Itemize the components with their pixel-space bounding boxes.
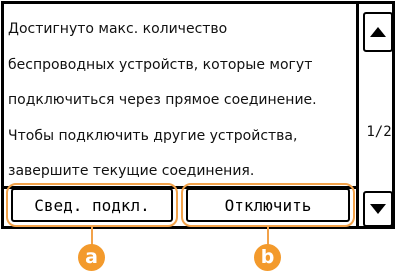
scroll-down-button[interactable] [363,191,393,227]
callout-connector-b [267,227,269,245]
highlight-frame-a: Свед. подкл. [6,183,178,227]
vertical-divider [356,4,359,226]
message-line: Чтобы подключить другие устройства, [8,127,298,144]
disconnect-button[interactable]: Отключить [186,188,350,222]
message-line: беспроводных устройств, которые могут [8,56,313,73]
callout-marker-a: a [78,244,105,271]
page-indicator: 1/2 [366,124,392,140]
message-line: Достигнуто макс. количество [8,21,228,37]
triangle-up-icon [370,27,386,37]
message-line: подключиться через прямое соединение. [8,92,317,109]
connection-info-button[interactable]: Свед. подкл. [11,188,173,222]
callout-connector-a [91,227,93,245]
message-text: Достигнуто макс. количество беспроводных… [8,12,358,190]
callout-marker-b: b [254,244,281,271]
triangle-down-icon [370,204,386,214]
scroll-up-button[interactable] [363,12,393,52]
highlight-frame-b: Отключить [181,183,355,227]
